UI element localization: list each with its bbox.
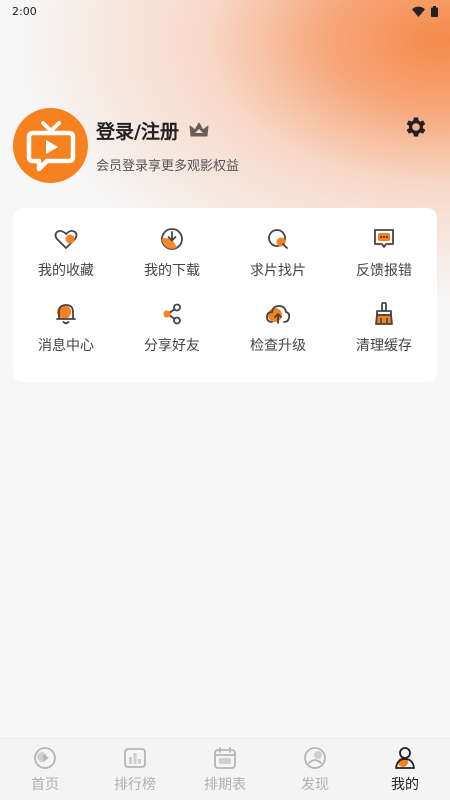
calendar-icon bbox=[214, 747, 236, 769]
nav-mine[interactable]: 我的 bbox=[360, 739, 450, 800]
settings-button[interactable] bbox=[402, 113, 430, 141]
login-register-link[interactable]: 登录/注册 bbox=[96, 117, 179, 144]
status-time: 2:00 bbox=[12, 4, 37, 18]
share-icon bbox=[163, 303, 181, 325]
nav-ranking[interactable]: 排行榜 bbox=[90, 739, 180, 800]
discover-icon bbox=[304, 747, 326, 769]
upgrade-icon bbox=[266, 305, 291, 324]
crown-icon bbox=[189, 122, 209, 137]
ranking-icon bbox=[124, 748, 146, 768]
tv-logo-icon bbox=[26, 121, 75, 172]
nav-home[interactable]: 首页 bbox=[0, 739, 90, 800]
feedback-icon bbox=[374, 229, 394, 248]
menu-item-feedback[interactable]: 反馈报错 bbox=[331, 222, 437, 297]
profile-section: 登录/注册 会员登录享更多观影权益 bbox=[13, 107, 432, 183]
nav-schedule[interactable]: 排期表 bbox=[180, 739, 270, 800]
search-film-icon bbox=[268, 229, 288, 249]
heart-icon bbox=[54, 229, 78, 249]
download-icon bbox=[161, 228, 183, 250]
menu-item-downloads[interactable]: 我的下载 bbox=[119, 222, 225, 297]
battery-icon bbox=[431, 5, 438, 17]
bottom-nav: 首页 排行榜 排期表 发现 我的 bbox=[0, 738, 450, 800]
member-subtitle: 会员登录享更多观影权益 bbox=[96, 158, 240, 174]
broom-icon bbox=[375, 302, 393, 325]
menu-item-share[interactable]: 分享好友 bbox=[119, 297, 225, 372]
menu-item-check-update[interactable]: 检查升级 bbox=[225, 297, 331, 372]
avatar[interactable] bbox=[13, 107, 88, 183]
nav-discover[interactable]: 发现 bbox=[270, 739, 360, 800]
menu-item-request-film[interactable]: 求片找片 bbox=[225, 222, 331, 297]
menu-item-favorites[interactable]: 我的收藏 bbox=[13, 222, 119, 297]
wifi-icon bbox=[412, 6, 425, 17]
bell-icon bbox=[56, 304, 76, 325]
home-icon bbox=[34, 747, 56, 769]
menu-item-clear-cache[interactable]: 清理缓存 bbox=[331, 297, 437, 372]
feature-menu-card: 我的收藏 我的下载 求片找片 反馈报错 消息中心 分享好友 检查升级 清理缓存 bbox=[13, 208, 437, 382]
profile-icon bbox=[395, 747, 415, 769]
status-bar: 2:00 bbox=[0, 0, 450, 22]
menu-item-messages[interactable]: 消息中心 bbox=[13, 297, 119, 372]
gear-icon bbox=[406, 117, 426, 137]
